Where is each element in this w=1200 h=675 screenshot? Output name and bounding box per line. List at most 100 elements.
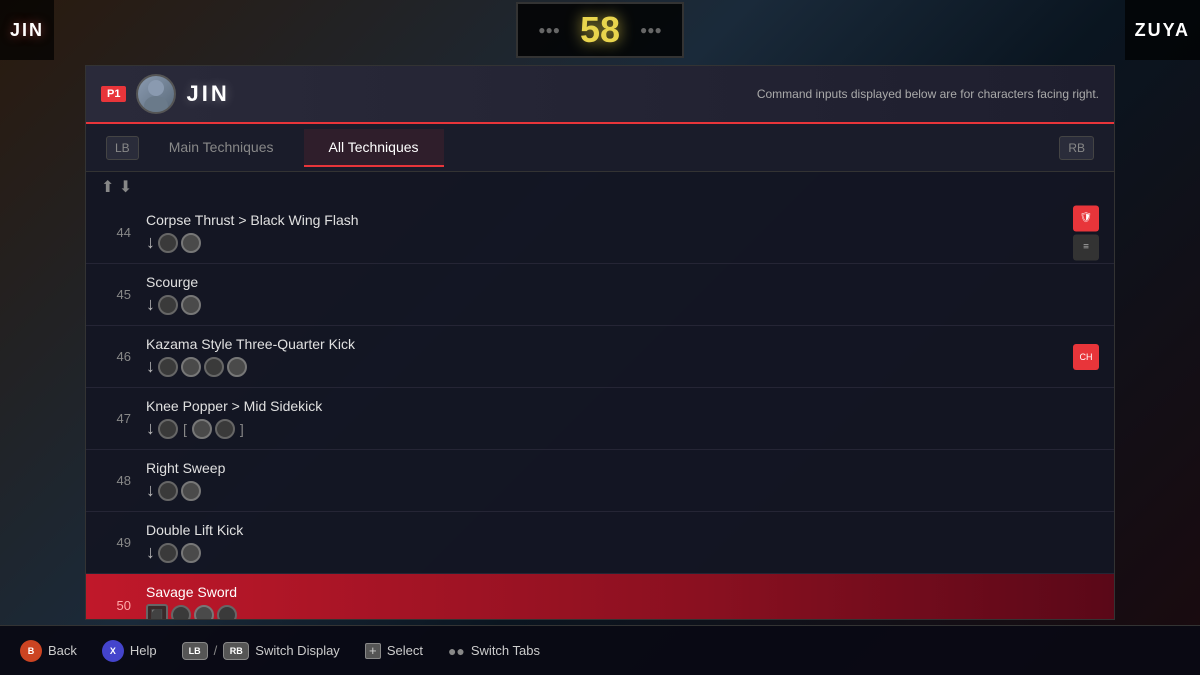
switch-display-button[interactable]: LB / RB Switch Display xyxy=(182,642,340,660)
select-icon: + xyxy=(365,643,381,659)
switch-tabs-button[interactable]: ●● Switch Tabs xyxy=(448,643,540,659)
technique-name: Scourge xyxy=(146,274,1099,290)
input-down: ↓ xyxy=(146,542,155,563)
technique-content: Double Lift Kick ↓ xyxy=(146,522,1099,563)
tab-all-techniques[interactable]: All Techniques xyxy=(304,129,444,167)
table-row[interactable]: 44 Corpse Thrust > Black Wing Flash ↓ 🛡 … xyxy=(86,202,1114,264)
dpad-icon: ●● xyxy=(448,643,465,659)
table-row[interactable]: 48 Right Sweep ↓ xyxy=(86,450,1114,512)
input-circle xyxy=(158,295,178,315)
switch-tabs-label: Switch Tabs xyxy=(471,643,540,658)
technique-name: Savage Sword xyxy=(146,584,1099,600)
slash-separator: / xyxy=(214,643,218,658)
input-down: ↓ xyxy=(146,356,155,377)
scroll-indicator: ⬆ ⬇ xyxy=(86,172,1114,202)
table-row[interactable]: 49 Double Lift Kick ↓ xyxy=(86,512,1114,574)
x-button-icon: X xyxy=(102,640,124,662)
tab-main-techniques[interactable]: Main Techniques xyxy=(144,129,299,167)
input-circle xyxy=(181,233,201,253)
row-number: 47 xyxy=(101,411,131,426)
input-circle xyxy=(204,357,224,377)
timer: ●●● 58 ●●● xyxy=(516,2,684,58)
row-number: 50 xyxy=(101,598,131,613)
technique-name: Corpse Thrust > Black Wing Flash xyxy=(146,212,1099,228)
back-button[interactable]: B Back xyxy=(20,640,77,662)
row-number: 44 xyxy=(101,225,131,240)
technique-content: Scourge ↓ xyxy=(146,274,1099,315)
select-label: Select xyxy=(387,643,423,658)
table-row[interactable]: 46 Kazama Style Three-Quarter Kick ↓ CH xyxy=(86,326,1114,388)
technique-inputs: ↓ xyxy=(146,356,1099,377)
technique-content: Right Sweep ↓ xyxy=(146,460,1099,501)
technique-name: Knee Popper > Mid Sidekick xyxy=(146,398,1099,414)
badge-special: CH xyxy=(1073,344,1099,370)
input-circle xyxy=(158,481,178,501)
lb-trigger[interactable]: LB xyxy=(106,136,139,160)
technique-inputs: ↓ xyxy=(146,294,1099,315)
top-hud: JIN ●●● 58 ●●● ZUYA xyxy=(0,0,1200,60)
rb-button-icon: RB xyxy=(223,642,249,660)
row-number: 46 xyxy=(101,349,131,364)
technique-content: Knee Popper > Mid Sidekick ↓ [ ] xyxy=(146,398,1099,439)
technique-content: Corpse Thrust > Black Wing Flash ↓ xyxy=(146,212,1099,253)
input-circle xyxy=(217,605,237,619)
technique-inputs: ↓ xyxy=(146,232,1099,253)
scroll-up-icon: ⬆ ⬇ xyxy=(101,177,132,197)
select-button[interactable]: + Select xyxy=(365,643,423,659)
row-number: 48 xyxy=(101,473,131,488)
technique-name: Kazama Style Three-Quarter Kick xyxy=(146,336,1099,352)
row-number: 49 xyxy=(101,535,131,550)
techniques-list[interactable]: ⬆ ⬇ 44 Corpse Thrust > Black Wing Flash … xyxy=(86,172,1114,619)
input-circle xyxy=(215,419,235,439)
table-row[interactable]: 47 Knee Popper > Mid Sidekick ↓ [ ] xyxy=(86,388,1114,450)
badge-notes: ≡ xyxy=(1073,234,1099,260)
technique-name: Double Lift Kick xyxy=(146,522,1099,538)
input-circle xyxy=(194,605,214,619)
technique-name: Right Sweep xyxy=(146,460,1099,476)
table-row[interactable]: 45 Scourge ↓ xyxy=(86,264,1114,326)
bottom-bar: B Back X Help LB / RB Switch Display + S… xyxy=(0,625,1200,675)
technique-content: Savage Sword ⬛ xyxy=(146,584,1099,619)
row-number: 45 xyxy=(101,287,131,302)
timer-number: 58 xyxy=(580,9,620,51)
table-row-selected[interactable]: 50 Savage Sword ⬛ xyxy=(86,574,1114,619)
switch-display-label: Switch Display xyxy=(255,643,340,658)
char-header: P1 JIN Command inputs displayed below ar… xyxy=(86,66,1114,124)
rb-trigger[interactable]: RB xyxy=(1059,136,1094,160)
tabs-bar: LB Main Techniques All Techniques RB xyxy=(86,124,1114,172)
technique-inputs: ↓ [ ] xyxy=(146,418,1099,439)
b-button-icon: B xyxy=(20,640,42,662)
main-panel: P1 JIN Command inputs displayed below ar… xyxy=(85,65,1115,620)
bracket-open: [ xyxy=(183,421,187,437)
player-left: JIN xyxy=(0,0,54,60)
timer-dots-right: ●●● xyxy=(640,23,662,37)
input-circle xyxy=(158,543,178,563)
lb-button-icon: LB xyxy=(182,642,208,660)
input-circle xyxy=(227,357,247,377)
player-right: ZUYA xyxy=(1125,0,1200,60)
p1-badge: P1 xyxy=(101,86,126,102)
player-left-name: JIN xyxy=(10,20,44,41)
technique-content: Kazama Style Three-Quarter Kick ↓ xyxy=(146,336,1099,377)
input-circle xyxy=(171,605,191,619)
input-circle xyxy=(158,233,178,253)
input-special: ⬛ xyxy=(146,604,168,619)
player-right-name: ZUYA xyxy=(1135,20,1190,41)
timer-dots-left: ●●● xyxy=(538,23,560,37)
input-circle xyxy=(181,295,201,315)
back-label: Back xyxy=(48,643,77,658)
input-circle xyxy=(181,481,201,501)
badge-special: 🛡 xyxy=(1073,205,1099,231)
help-label: Help xyxy=(130,643,157,658)
input-down: ↓ xyxy=(146,294,155,315)
input-down: ↓ xyxy=(146,418,155,439)
command-note: Command inputs displayed below are for c… xyxy=(757,87,1099,101)
help-button[interactable]: X Help xyxy=(102,640,157,662)
row-badges: 🛡 ≡ xyxy=(1073,205,1099,260)
input-circle xyxy=(181,357,201,377)
input-circle xyxy=(158,419,178,439)
input-down: ↓ xyxy=(146,480,155,501)
input-circle xyxy=(181,543,201,563)
input-circle xyxy=(192,419,212,439)
input-down: ↓ xyxy=(146,232,155,253)
